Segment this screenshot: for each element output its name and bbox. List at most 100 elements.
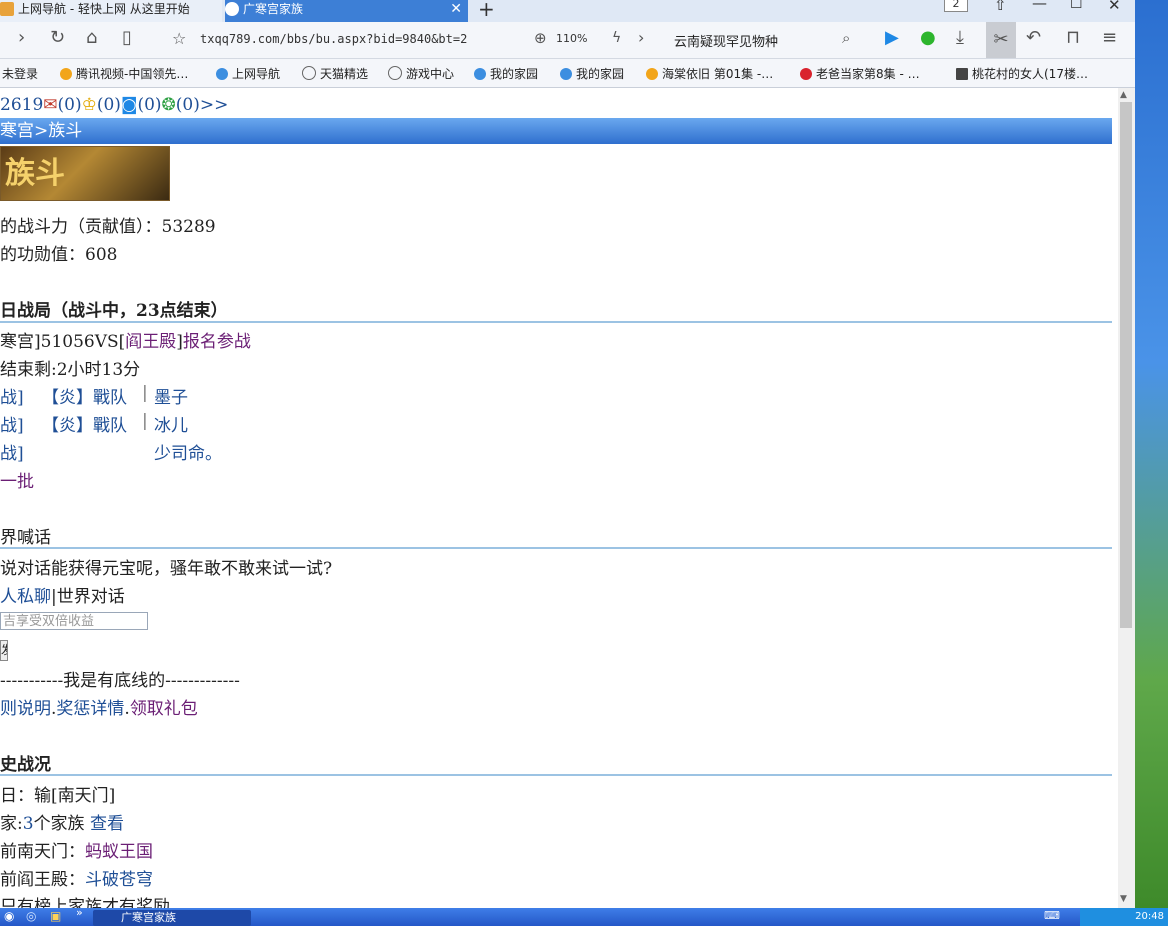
view-link[interactable]: 查看 [90,814,124,834]
fighter-name[interactable]: 少司命。 [154,439,222,464]
private-chat-link[interactable]: 人私聊 [0,587,51,607]
families-count: 3 [22,814,34,834]
nantianmen-clan-link[interactable]: 蚂蚁王国 [85,842,153,862]
zoom-icon[interactable]: ⊕ [534,29,547,47]
families-prefix: 家: [0,814,23,834]
video-play-icon[interactable]: ▶ [885,27,899,48]
quick-launch-icon[interactable]: ◉ [4,909,14,923]
bookmark-item[interactable]: 老爸当家第8集 - … [800,65,920,82]
window-controls: 2 ⇧ — ☐ ✕ [940,0,1135,22]
ie-icon[interactable]: ◎ [26,909,36,923]
vs-bracket: ] [176,332,183,352]
chevron-right-icon[interactable]: › [638,28,644,47]
bookmark-item[interactable]: 天猫精选 [302,65,368,82]
bookmark-item[interactable]: 游戏中心 [388,65,454,82]
fighter-name[interactable]: 墨子 [154,383,188,408]
breadcrumb-text[interactable]: 寒宫>族斗 [0,121,82,141]
fighter-row: 战] 【炎】戰队 | 冰儿 [0,411,188,436]
fighter-tag[interactable]: 战] [0,444,24,464]
window-count-badge[interactable]: 2 [944,0,968,12]
menu-icon[interactable]: ≡ [1102,27,1117,48]
rewards-link[interactable]: 奖惩详情 [56,699,124,719]
keyboard-icon[interactable]: ⌨ [1044,909,1060,922]
tab-shangwang-daohang[interactable]: 上网导航 - 轻快上网 从这里开始 [0,0,222,22]
user-id-link[interactable]: 2619 [0,95,43,115]
chevron-more-icon[interactable]: » [76,906,83,919]
tab-label: 广寒宫家族 [243,2,304,16]
nantianmen-line: 前南天门：蚂蚁王国 [0,837,153,862]
bookmark-item[interactable]: 海棠依旧 第01集 -… [646,65,773,82]
fighter-team[interactable]: 【炎】戰队 [42,383,127,408]
new-tab-button[interactable]: + [478,0,495,21]
download-icon[interactable]: ⤓ [956,27,964,48]
clock[interactable]: 20:48 [1135,911,1164,922]
undo-icon[interactable]: ↶ [1026,27,1041,48]
close-window-icon[interactable]: ✕ [1108,0,1121,14]
youku-icon [800,68,812,80]
families-suffix: 个家族 [33,814,85,834]
desktop-background [1135,0,1168,908]
minimize-icon[interactable]: — [1032,0,1047,12]
favorite-star-icon[interactable]: ☆ [172,29,186,48]
colorful-icon[interactable]: ❂ [162,95,176,115]
bookmark-item[interactable]: 我的家园 [560,65,624,82]
status-line: 2619✉(0)♔(0)◙(0)❂(0)>> [0,95,228,115]
today-battle-header: 日战局（战斗中，23点结束） [0,301,228,321]
scroll-thumb[interactable] [1120,102,1132,628]
shout-input[interactable]: 吉享受双倍收益 [0,612,148,630]
send-button[interactable]: 发 [0,640,8,661]
taskbar-item-browser[interactable]: 广寒宫家族 [93,910,251,926]
gift-link[interactable]: 领取礼包 [130,699,198,719]
fighter-tag[interactable]: 战] [0,388,24,408]
forward-icon[interactable]: › [18,27,25,48]
crown-count[interactable]: (0) [97,95,121,115]
fighter-row: 战] 少司命。 [0,439,222,464]
chat-count[interactable]: (0) [137,95,161,115]
rules-link[interactable]: 则说明 [0,699,51,719]
search-input[interactable]: 云南疑现罕见物种 [674,31,778,50]
lightning-icon[interactable]: ϟ [612,30,621,46]
more-link[interactable]: >> [200,95,229,115]
maximize-icon[interactable]: ☐ [1070,0,1083,12]
scissors-icon[interactable]: ✂ [986,22,1016,58]
colorful-count[interactable]: (0) [176,95,200,115]
bag-icon[interactable]: ⊓ [1066,27,1080,48]
next-batch-link[interactable]: 一批 [0,467,34,492]
bookmark-item[interactable]: 未登录 [2,65,38,82]
vertical-scrollbar[interactable]: ▲ ▼ [1118,88,1135,908]
home-icon[interactable]: ⌂ [86,27,97,48]
bookmark-item[interactable]: 上网导航 [216,65,280,82]
vs-prefix: 寒宫]51056VS[ [0,332,126,352]
chat-icon[interactable]: ◙ [121,95,138,115]
separator: | [142,383,148,403]
bookmark-item[interactable]: 腾讯视频-中国领先… [60,65,188,82]
merit-line: 的功勋值：608 [0,245,118,265]
close-tab-icon[interactable]: ✕ [450,0,462,18]
bookmark-item[interactable]: 桃花村的女人(17楼… [956,65,1088,82]
tab-guanghangong[interactable]: 广寒宫家族 ✕ [225,0,468,22]
fighter-team[interactable]: 【炎】戰队 [42,411,127,436]
home-shirt-icon[interactable]: ⇧ [994,0,1007,14]
fighter-row: 战] 【炎】戰队 | 墨子 [0,383,188,408]
mail-icon[interactable]: ✉ [43,95,57,115]
crown-icon[interactable]: ♔ [82,95,97,115]
fighter-name[interactable]: 冰儿 [154,411,188,436]
signup-link[interactable]: 报名参战 [183,332,251,352]
bookmark-item[interactable]: 我的家园 [474,65,538,82]
url-field[interactable]: txqq789.com/bbs/bu.aspx?bid=9840&bt=2 [200,32,467,46]
wechat-icon[interactable]: ● [920,27,936,48]
ie-icon [225,2,239,16]
folder-icon[interactable]: ▣ [50,909,61,923]
mail-count[interactable]: (0) [58,95,82,115]
fighter-tag[interactable]: 战] [0,416,24,436]
refresh-icon[interactable]: ↻ [50,27,65,48]
page-icon [0,2,14,16]
yanwang-clan-link[interactable]: 斗破苍穹 [85,870,153,890]
scroll-down-icon[interactable]: ▼ [1120,894,1127,904]
reader-icon[interactable]: ▯ [122,27,132,48]
zoom-level[interactable]: 110% [556,32,587,45]
scroll-up-icon[interactable]: ▲ [1120,90,1127,100]
search-icon[interactable]: ⌕ [842,29,850,47]
reward-note: 只有榜上家族才有奖励 [0,897,170,908]
enemy-clan-link[interactable]: 阎王殿 [125,332,176,352]
